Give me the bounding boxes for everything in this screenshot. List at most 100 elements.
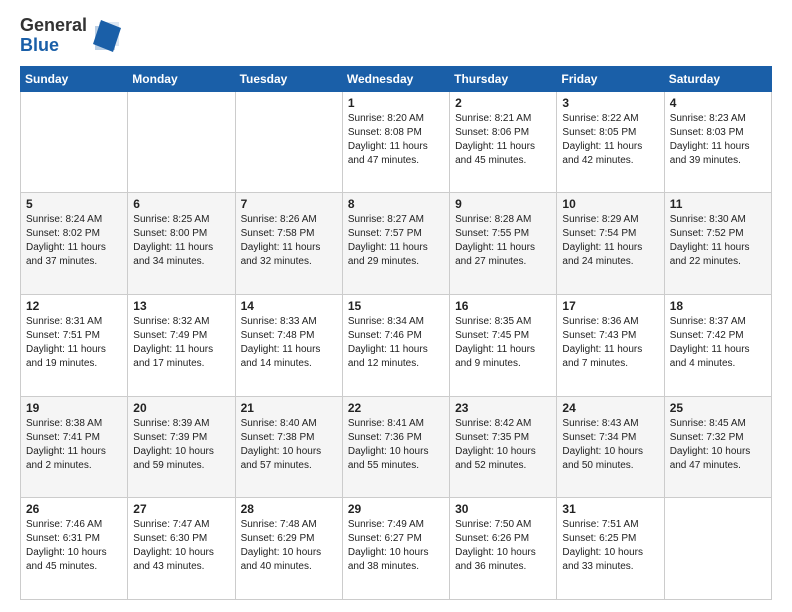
day-number-28: 28 — [241, 502, 337, 516]
day-info-19: Sunrise: 8:38 AM Sunset: 7:41 PM Dayligh… — [26, 417, 122, 473]
day-cell-2: 2 Sunrise: 8:21 AM Sunset: 8:06 PM Daylig… — [450, 91, 557, 193]
day-info-21: Sunrise: 8:40 AM Sunset: 7:38 PM Dayligh… — [241, 417, 337, 473]
day-cell-21: 21 Sunrise: 8:40 AM Sunset: 7:38 PM Dayli… — [235, 396, 342, 498]
day-number-2: 2 — [455, 96, 551, 110]
day-cell-13: 13 Sunrise: 8:32 AM Sunset: 7:49 PM Dayli… — [128, 294, 235, 396]
week-row-1: 1 Sunrise: 8:20 AM Sunset: 8:08 PM Daylig… — [21, 91, 772, 193]
day-number-30: 30 — [455, 502, 551, 516]
day-number-20: 20 — [133, 401, 229, 415]
day-number-21: 21 — [241, 401, 337, 415]
day-info-9: Sunrise: 8:28 AM Sunset: 7:55 PM Dayligh… — [455, 213, 551, 269]
day-info-10: Sunrise: 8:29 AM Sunset: 7:54 PM Dayligh… — [562, 213, 658, 269]
day-number-8: 8 — [348, 197, 444, 211]
logo-general: General — [20, 15, 87, 35]
day-info-17: Sunrise: 8:36 AM Sunset: 7:43 PM Dayligh… — [562, 315, 658, 371]
logo-blue: Blue — [20, 35, 59, 55]
day-info-23: Sunrise: 8:42 AM Sunset: 7:35 PM Dayligh… — [455, 417, 551, 473]
day-info-24: Sunrise: 8:43 AM Sunset: 7:34 PM Dayligh… — [562, 417, 658, 473]
week-row-4: 19 Sunrise: 8:38 AM Sunset: 7:41 PM Dayli… — [21, 396, 772, 498]
day-info-11: Sunrise: 8:30 AM Sunset: 7:52 PM Dayligh… — [670, 213, 766, 269]
day-info-4: Sunrise: 8:23 AM Sunset: 8:03 PM Dayligh… — [670, 112, 766, 168]
day-number-13: 13 — [133, 299, 229, 313]
day-cell-20: 20 Sunrise: 8:39 AM Sunset: 7:39 PM Dayli… — [128, 396, 235, 498]
day-info-27: Sunrise: 7:47 AM Sunset: 6:30 PM Dayligh… — [133, 518, 229, 574]
day-number-22: 22 — [348, 401, 444, 415]
day-number-23: 23 — [455, 401, 551, 415]
day-info-31: Sunrise: 7:51 AM Sunset: 6:25 PM Dayligh… — [562, 518, 658, 574]
day-number-15: 15 — [348, 299, 444, 313]
weekday-sunday: Sunday — [21, 66, 128, 91]
day-number-6: 6 — [133, 197, 229, 211]
day-number-24: 24 — [562, 401, 658, 415]
day-number-14: 14 — [241, 299, 337, 313]
day-cell-15: 15Sunrise: 8:34 AM Sunset: 7:46 PM Dayli… — [342, 294, 449, 396]
empty-cell — [128, 91, 235, 193]
day-number-31: 31 — [562, 502, 658, 516]
page: General Blue SundayMondayTuesdayWednesda… — [0, 0, 792, 612]
day-number-11: 11 — [670, 197, 766, 211]
day-cell-25: 25 Sunrise: 8:45 AM Sunset: 7:32 PM Dayli… — [664, 396, 771, 498]
day-info-22: Sunrise: 8:41 AM Sunset: 7:36 PM Dayligh… — [348, 417, 444, 473]
day-number-16: 16 — [455, 299, 551, 313]
day-info-5: Sunrise: 8:24 AM Sunset: 8:02 PM Dayligh… — [26, 213, 122, 269]
day-cell-31: 31 Sunrise: 7:51 AM Sunset: 6:25 PM Dayli… — [557, 498, 664, 600]
empty-cell — [21, 91, 128, 193]
day-cell-6: 6 Sunrise: 8:25 AM Sunset: 8:00 PM Daylig… — [128, 193, 235, 295]
day-number-19: 19 — [26, 401, 122, 415]
day-info-16: Sunrise: 8:35 AM Sunset: 7:45 PM Dayligh… — [455, 315, 551, 371]
weekday-tuesday: Tuesday — [235, 66, 342, 91]
logo: General Blue — [20, 16, 123, 56]
day-number-12: 12 — [26, 299, 122, 313]
week-row-3: 12 Sunrise: 8:31 AM Sunset: 7:51 PM Dayli… — [21, 294, 772, 396]
day-info-28: Sunrise: 7:48 AM Sunset: 6:29 PM Dayligh… — [241, 518, 337, 574]
day-cell-19: 19 Sunrise: 8:38 AM Sunset: 7:41 PM Dayli… — [21, 396, 128, 498]
logo-icon — [91, 18, 123, 54]
day-cell-17: 17Sunrise: 8:36 AM Sunset: 7:43 PM Dayli… — [557, 294, 664, 396]
day-cell-10: 10Sunrise: 8:29 AM Sunset: 7:54 PM Dayli… — [557, 193, 664, 295]
day-number-9: 9 — [455, 197, 551, 211]
day-info-1: Sunrise: 8:20 AM Sunset: 8:08 PM Dayligh… — [348, 112, 444, 168]
day-cell-18: 18Sunrise: 8:37 AM Sunset: 7:42 PM Dayli… — [664, 294, 771, 396]
day-cell-12: 12 Sunrise: 8:31 AM Sunset: 7:51 PM Dayli… — [21, 294, 128, 396]
day-cell-7: 7Sunrise: 8:26 AM Sunset: 7:58 PM Daylig… — [235, 193, 342, 295]
weekday-saturday: Saturday — [664, 66, 771, 91]
weekday-header-row: SundayMondayTuesdayWednesdayThursdayFrid… — [21, 66, 772, 91]
day-cell-14: 14Sunrise: 8:33 AM Sunset: 7:48 PM Dayli… — [235, 294, 342, 396]
day-number-18: 18 — [670, 299, 766, 313]
weekday-friday: Friday — [557, 66, 664, 91]
day-info-6: Sunrise: 8:25 AM Sunset: 8:00 PM Dayligh… — [133, 213, 229, 269]
day-cell-23: 23 Sunrise: 8:42 AM Sunset: 7:35 PM Dayli… — [450, 396, 557, 498]
day-info-30: Sunrise: 7:50 AM Sunset: 6:26 PM Dayligh… — [455, 518, 551, 574]
day-number-1: 1 — [348, 96, 444, 110]
day-number-5: 5 — [26, 197, 122, 211]
day-info-29: Sunrise: 7:49 AM Sunset: 6:27 PM Dayligh… — [348, 518, 444, 574]
day-cell-22: 22 Sunrise: 8:41 AM Sunset: 7:36 PM Dayli… — [342, 396, 449, 498]
day-info-8: Sunrise: 8:27 AM Sunset: 7:57 PM Dayligh… — [348, 213, 444, 269]
day-cell-4: 4 Sunrise: 8:23 AM Sunset: 8:03 PM Daylig… — [664, 91, 771, 193]
day-info-25: Sunrise: 8:45 AM Sunset: 7:32 PM Dayligh… — [670, 417, 766, 473]
day-cell-3: 3Sunrise: 8:22 AM Sunset: 8:05 PM Daylig… — [557, 91, 664, 193]
day-info-13: Sunrise: 8:32 AM Sunset: 7:49 PM Dayligh… — [133, 315, 229, 371]
day-cell-26: 26Sunrise: 7:46 AM Sunset: 6:31 PM Dayli… — [21, 498, 128, 600]
weekday-monday: Monday — [128, 66, 235, 91]
day-info-12: Sunrise: 8:31 AM Sunset: 7:51 PM Dayligh… — [26, 315, 122, 371]
weekday-wednesday: Wednesday — [342, 66, 449, 91]
day-info-2: Sunrise: 8:21 AM Sunset: 8:06 PM Dayligh… — [455, 112, 551, 168]
day-info-20: Sunrise: 8:39 AM Sunset: 7:39 PM Dayligh… — [133, 417, 229, 473]
header: General Blue — [20, 16, 772, 56]
week-row-2: 5 Sunrise: 8:24 AM Sunset: 8:02 PM Daylig… — [21, 193, 772, 295]
day-cell-5: 5 Sunrise: 8:24 AM Sunset: 8:02 PM Daylig… — [21, 193, 128, 295]
day-cell-24: 24 Sunrise: 8:43 AM Sunset: 7:34 PM Dayli… — [557, 396, 664, 498]
day-cell-8: 8 Sunrise: 8:27 AM Sunset: 7:57 PM Daylig… — [342, 193, 449, 295]
weekday-thursday: Thursday — [450, 66, 557, 91]
day-number-27: 27 — [133, 502, 229, 516]
day-number-4: 4 — [670, 96, 766, 110]
day-cell-27: 27 Sunrise: 7:47 AM Sunset: 6:30 PM Dayli… — [128, 498, 235, 600]
day-cell-16: 16 Sunrise: 8:35 AM Sunset: 7:45 PM Dayli… — [450, 294, 557, 396]
day-cell-9: 9 Sunrise: 8:28 AM Sunset: 7:55 PM Daylig… — [450, 193, 557, 295]
day-cell-1: 1 Sunrise: 8:20 AM Sunset: 8:08 PM Daylig… — [342, 91, 449, 193]
week-row-5: 26Sunrise: 7:46 AM Sunset: 6:31 PM Dayli… — [21, 498, 772, 600]
day-cell-28: 28 Sunrise: 7:48 AM Sunset: 6:29 PM Dayli… — [235, 498, 342, 600]
day-number-25: 25 — [670, 401, 766, 415]
calendar-table: SundayMondayTuesdayWednesdayThursdayFrid… — [20, 66, 772, 600]
